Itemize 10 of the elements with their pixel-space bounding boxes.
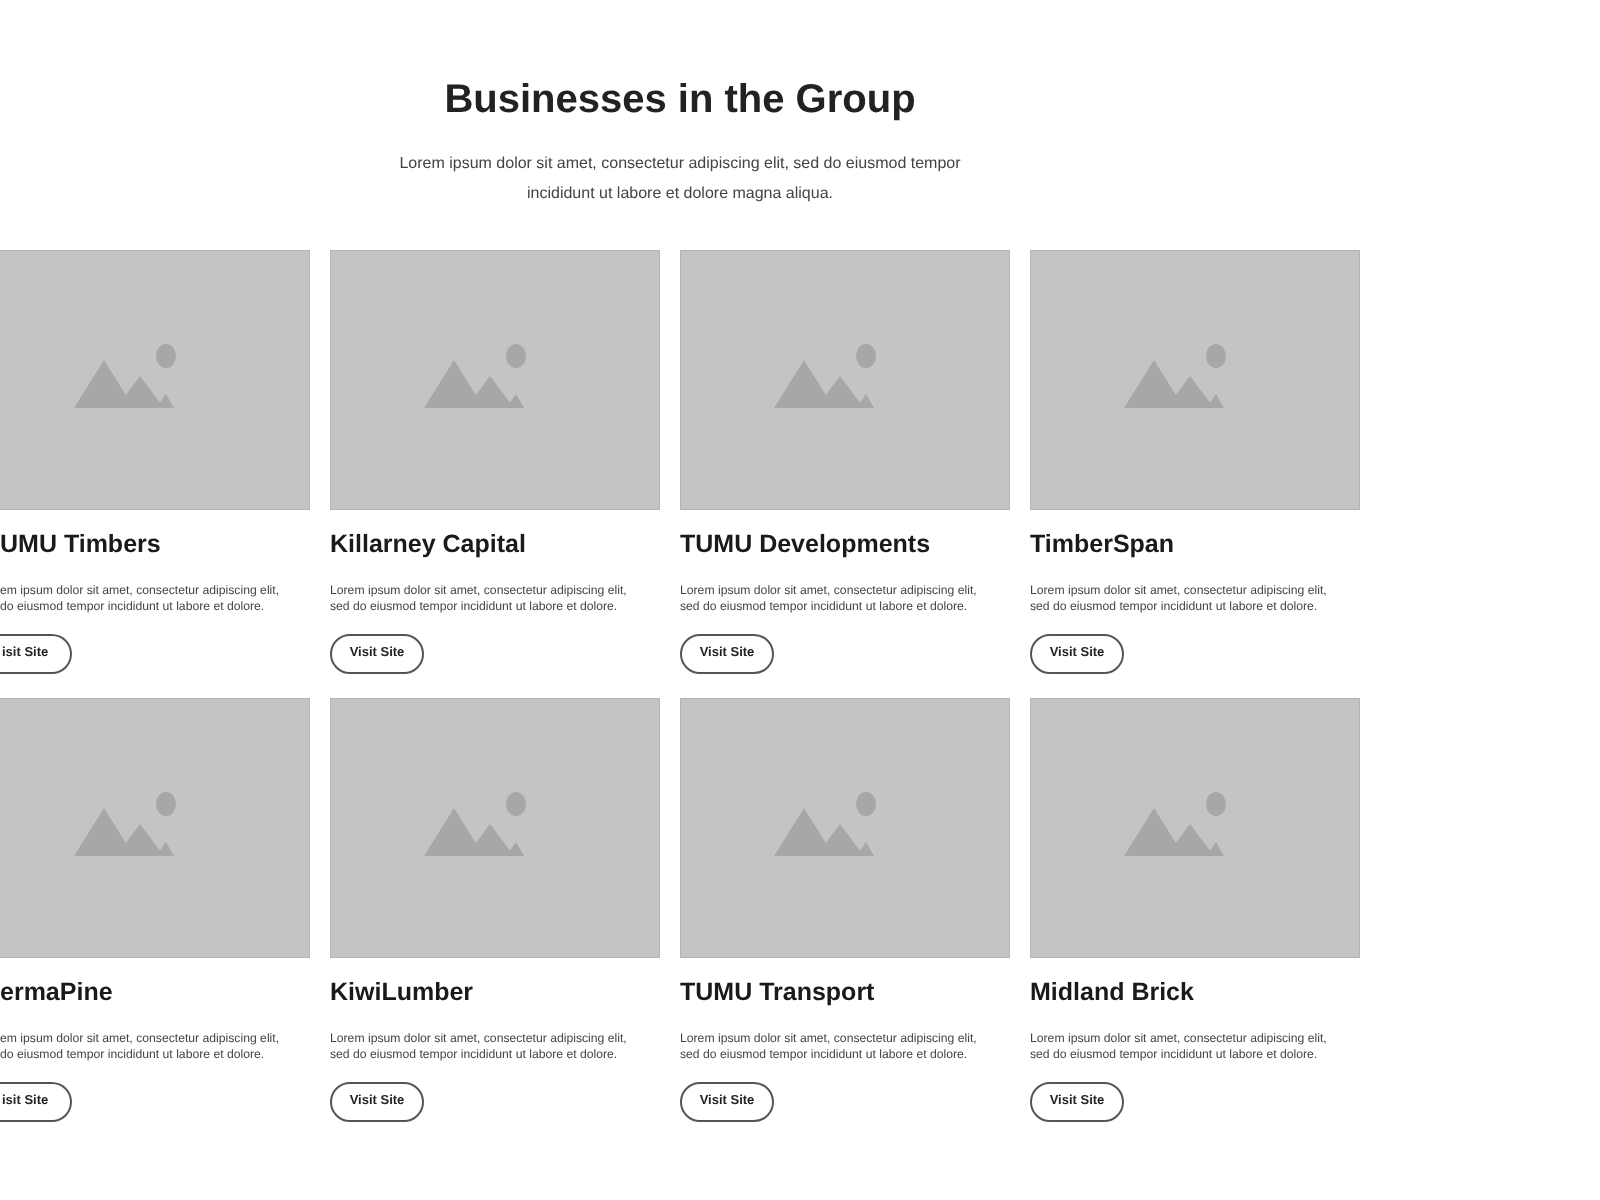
business-name: ermaPine xyxy=(0,978,115,1008)
business-name: TUMU Developments xyxy=(680,530,933,560)
section-description: Lorem ipsum dolor sit amet, consectetur adipiscing elit, sed do eiusmod tempor incididunt ut labore et dolore magna aliqua. xyxy=(397,152,963,206)
business-name: TimberSpan xyxy=(1030,530,1177,560)
business-name: Midland Brick xyxy=(1030,978,1196,1008)
business-name: UMU Timbers xyxy=(0,530,163,560)
business-name: TUMU Transport xyxy=(680,978,877,1008)
section-title: Businesses in the Group xyxy=(442,76,918,124)
business-name: KiwiLumber xyxy=(330,978,476,1008)
business-name: Killarney Capital xyxy=(330,530,528,560)
